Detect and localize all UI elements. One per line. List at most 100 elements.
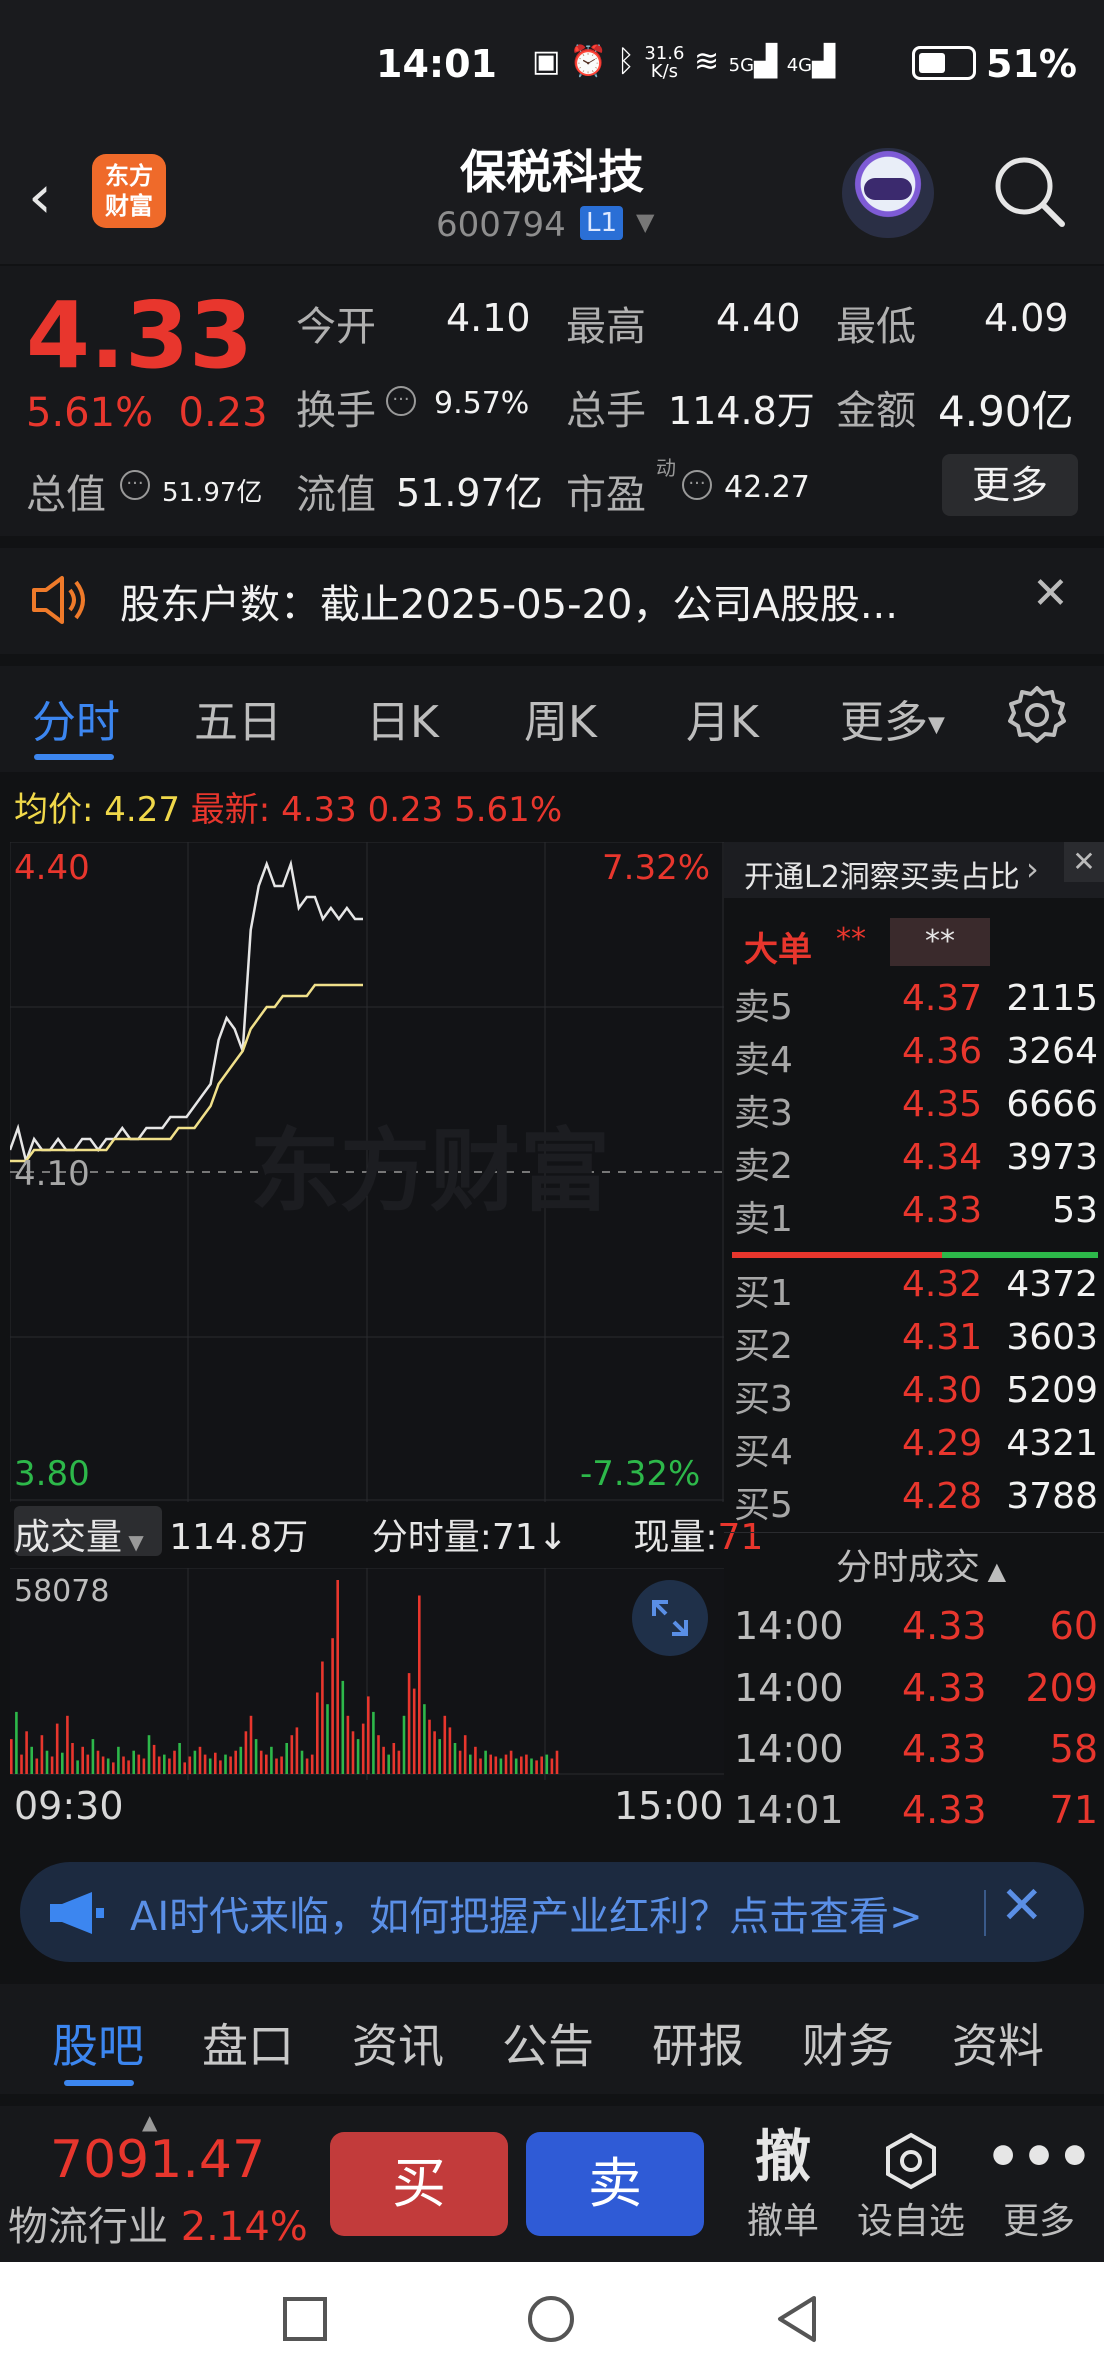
ask-row[interactable]: 卖4 4.36 3264 — [724, 1031, 1104, 1081]
volume-total: 114.8万 — [169, 1517, 309, 1558]
signal-bars-icon-2: ▟ — [812, 44, 836, 79]
big-order-label: 大单 — [744, 930, 812, 970]
bid-row[interactable]: 买4 4.29 4321 — [724, 1423, 1104, 1473]
industry-index[interactable]: 物流行业 2.14% — [8, 2194, 308, 2252]
industry-index-value[interactable]: 7091.47 — [50, 2130, 265, 2190]
tab-profile[interactable]: 资料 — [952, 2010, 1044, 2076]
volume-bar — [188, 1756, 192, 1774]
volume-bar — [316, 1692, 319, 1774]
pct-max-label: 7.32% — [602, 848, 711, 888]
volume-bar — [122, 1756, 125, 1774]
ask-row[interactable]: 卖2 4.34 3973 — [724, 1137, 1104, 1187]
more-quote-button[interactable]: 更多 — [942, 454, 1078, 516]
tab-order-book[interactable]: 盘口 — [202, 2010, 294, 2076]
pct-min-label: -7.32% — [580, 1454, 701, 1494]
volume-chart[interactable] — [10, 1568, 724, 1780]
home-icon[interactable] — [526, 2294, 576, 2344]
battery-percent: 51% — [986, 42, 1077, 86]
volume-bar — [239, 1746, 243, 1774]
volume-bar — [295, 1727, 299, 1774]
tick-row: 14:00 4.33 209 — [734, 1666, 1098, 1710]
last-change: 0.23 — [367, 790, 444, 830]
tab-intraday[interactable]: 分时 — [32, 686, 120, 750]
battery-icon — [912, 46, 976, 80]
tab-five-day[interactable]: 五日 — [194, 686, 282, 750]
volume-selector-label[interactable]: 成交量 — [14, 1517, 122, 1558]
ask-row[interactable]: 卖3 4.35 6666 — [724, 1084, 1104, 1134]
more-actions-button[interactable]: ••• 更多 — [984, 2124, 1094, 2244]
close-icon[interactable]: ✕ — [1032, 568, 1069, 619]
close-icon[interactable]: ✕ — [1064, 842, 1104, 882]
expand-icon[interactable] — [632, 1580, 708, 1656]
tab-announcements[interactable]: 公告 — [502, 2010, 594, 2076]
volume-bar — [509, 1750, 513, 1774]
volume-bar — [336, 1580, 339, 1774]
caret-down-icon: ▼ — [928, 712, 945, 738]
volume-bar — [76, 1760, 79, 1774]
tab-research[interactable]: 研报 — [652, 2010, 744, 2076]
time-end: 15:00 — [614, 1784, 724, 1828]
volume-bar — [545, 1754, 549, 1774]
volume-bar — [50, 1756, 54, 1774]
cancel-order-button[interactable]: 撤 撤单 — [728, 2124, 838, 2244]
mktcap-label: 总值 — [26, 472, 106, 518]
back-icon[interactable] — [774, 2294, 820, 2344]
add-watchlist-button[interactable]: 设自选 — [856, 2124, 966, 2244]
volume-bar — [402, 1715, 406, 1774]
intraday-chart[interactable]: 东方财富 — [10, 842, 724, 1502]
tab-weekly-k[interactable]: 周K — [524, 686, 597, 750]
bid-row[interactable]: 买2 4.31 3603 — [724, 1317, 1104, 1367]
volume-bar — [35, 1758, 39, 1774]
volume-bar — [208, 1758, 212, 1774]
ad-text[interactable]: AI时代来临，如何把握产业红利？点击查看> — [130, 1884, 970, 1942]
ask-row[interactable]: 卖1 4.33 53 — [724, 1190, 1104, 1240]
volume-bar — [392, 1743, 396, 1774]
l2-promo[interactable]: 开通L2洞察买卖占比 › ✕ — [724, 842, 1104, 898]
sell-button[interactable]: 卖 — [526, 2132, 704, 2236]
pe-label: 市盈 — [566, 472, 646, 518]
tab-more[interactable]: 更多▼ — [840, 686, 945, 750]
assistant-robot-icon[interactable] — [842, 148, 934, 238]
tab-forum[interactable]: 股吧 — [52, 2010, 144, 2076]
ask-row[interactable]: 卖5 4.37 2115 — [724, 978, 1104, 1028]
buy-button[interactable]: 买 — [330, 2132, 508, 2236]
recents-icon[interactable] — [282, 2296, 328, 2342]
price-change: 5.61% 0.23 — [26, 390, 268, 436]
volume-bar — [152, 1744, 156, 1774]
volume-bar — [45, 1750, 49, 1774]
info-icon[interactable]: ··· — [386, 386, 416, 416]
high-label: 最高 — [566, 304, 646, 350]
y-max-label: 4.40 — [14, 848, 90, 888]
sell-ratio-bar — [732, 1252, 942, 1258]
ticks-title[interactable]: 分时成交 ▲ — [836, 1538, 1006, 1590]
tab-daily-k[interactable]: 日K — [366, 686, 439, 750]
tab-underline — [34, 754, 114, 760]
notice-text[interactable]: 股东户数：截止2025-05-20，公司A股股... — [120, 572, 898, 630]
bid-row[interactable]: 买1 4.32 4372 — [724, 1264, 1104, 1314]
big-order-masked-2: ** — [890, 918, 990, 966]
gear-icon[interactable] — [1006, 684, 1068, 746]
close-icon[interactable]: ✕ — [1000, 1876, 1044, 1936]
amount-value: 4.90亿 — [938, 387, 1074, 436]
volume-bar — [173, 1750, 176, 1774]
chevron-right-icon[interactable]: › — [1026, 850, 1039, 888]
more-dots-icon: ••• — [985, 2125, 1093, 2190]
level-badge[interactable]: L1 — [580, 206, 624, 240]
tab-financials[interactable]: 财务 — [802, 2010, 894, 2076]
volume-bar — [433, 1731, 436, 1774]
volume-bar — [484, 1750, 487, 1774]
bid-row[interactable]: 买3 4.30 5209 — [724, 1370, 1104, 1420]
caret-down-icon[interactable]: ▼ — [636, 208, 654, 236]
avg-label: 均价: — [14, 790, 94, 830]
search-icon[interactable] — [990, 152, 1070, 232]
volume-bar — [219, 1760, 222, 1774]
tab-monthly-k[interactable]: 月K — [686, 686, 759, 750]
bid-row[interactable]: 买5 4.28 3788 — [724, 1476, 1104, 1526]
volume-bar — [463, 1735, 467, 1774]
info-icon[interactable]: ··· — [120, 470, 150, 500]
info-icon[interactable]: ··· — [682, 470, 712, 500]
volume-bar — [20, 1754, 23, 1774]
float-value: 51.97亿 — [396, 471, 543, 515]
l2-promo-text[interactable]: 开通L2洞察买卖占比 — [744, 852, 1020, 896]
tab-news[interactable]: 资讯 — [352, 2010, 444, 2076]
